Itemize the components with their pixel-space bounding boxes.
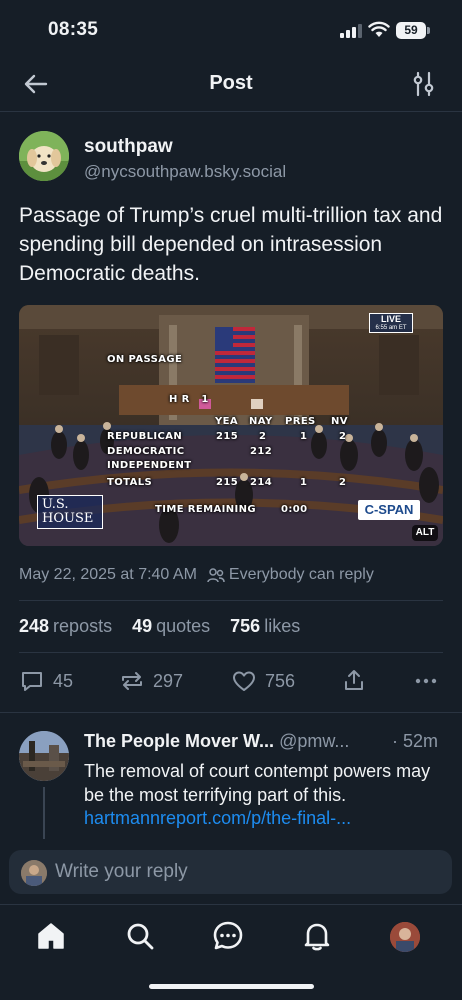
more-options-button[interactable] (413, 667, 447, 695)
reply-count: 45 (53, 670, 74, 691)
cspan-logo: C-SPAN (358, 500, 420, 520)
reply-icon (22, 672, 42, 691)
reposts-stat[interactable]: 248 reposts (19, 616, 112, 637)
quotes-label: quotes (156, 616, 211, 636)
home-icon[interactable] (34, 919, 68, 953)
repost-button[interactable]: 297 (119, 667, 183, 695)
likes-count: 756 (230, 616, 261, 636)
repost-count: 297 (153, 670, 184, 691)
row-label-republican: REPUBLICAN (107, 431, 183, 442)
totals-yea: 215 (216, 477, 239, 488)
chat-icon[interactable] (211, 919, 245, 953)
heart-icon (233, 671, 255, 691)
author-avatar[interactable] (19, 131, 69, 181)
more-dots-icon (415, 678, 437, 684)
divider (0, 712, 462, 713)
divider (19, 652, 443, 653)
live-time: 6:55 am ET (375, 325, 407, 331)
post-stats: 248 reposts 49 quotes 756 likes (19, 616, 300, 637)
live-label: LIVE (380, 314, 401, 324)
time-remaining-label: TIME REMAINING (155, 504, 257, 515)
republican-nay: 2 (259, 431, 267, 442)
col-nay: NAY (249, 416, 273, 427)
author-handle[interactable]: @nycsouthpaw.bsky.social (84, 162, 286, 182)
us-house-logo: U.S. HOUSE (37, 495, 103, 529)
row-label-democratic: DEMOCRATIC (107, 446, 185, 457)
battery-tip (427, 27, 430, 34)
post-actions: 45 297 756 (19, 667, 443, 695)
quotes-stat[interactable]: 49 quotes (132, 616, 210, 637)
bill-label: H R 1 (169, 394, 209, 405)
reposts-label: reposts (53, 616, 113, 636)
share-button[interactable] (341, 667, 375, 695)
like-button[interactable]: 756 (231, 667, 295, 695)
row-label-totals: TOTALS (107, 477, 153, 488)
reposts-count: 248 (19, 616, 50, 636)
alt-text-button[interactable]: ALT (412, 525, 438, 541)
divider (19, 600, 443, 601)
share-icon (345, 670, 363, 690)
people-icon (207, 568, 225, 583)
democratic-nay: 212 (250, 446, 273, 457)
nav-header: Post (0, 60, 462, 112)
likes-stat[interactable]: 756 likes (230, 616, 300, 637)
composer-avatar (21, 860, 47, 886)
col-yea: YEA (215, 416, 239, 427)
reply-author-handle[interactable]: @pmw... (279, 731, 349, 751)
row-label-independent: INDEPENDENT (107, 460, 192, 471)
reply-text: The removal of court contempt powers may… (84, 761, 431, 805)
battery-indicator: 59 (396, 22, 430, 39)
like-count: 756 (265, 670, 296, 691)
cellular-signal-icon (340, 24, 362, 38)
reply-author-avatar[interactable] (19, 731, 69, 781)
reply-input[interactable] (55, 850, 435, 894)
post-meta: May 22, 2025 at 7:40 AM Everybody can re… (19, 566, 374, 584)
profile-avatar[interactable] (390, 922, 420, 952)
republican-nv: 2 (339, 431, 347, 442)
reply-time: · 52m (392, 731, 439, 751)
bell-icon[interactable] (300, 919, 334, 953)
search-icon[interactable] (123, 919, 157, 953)
reply-button[interactable]: 45 (19, 667, 73, 695)
reply-link[interactable]: hartmannreport.com/p/the-final-... (84, 808, 351, 829)
reply-composer[interactable] (9, 850, 452, 894)
quotes-count: 49 (132, 616, 153, 636)
totals-pres: 1 (300, 477, 308, 488)
time-remaining-value: 0:00 (281, 504, 308, 515)
post-timestamp: May 22, 2025 at 7:40 AM (19, 566, 197, 583)
thread-line (43, 787, 45, 839)
sliders-icon[interactable] (410, 70, 438, 98)
status-time: 08:35 (48, 19, 99, 40)
reply-setting[interactable]: Everybody can reply (229, 566, 374, 584)
post-text: Passage of Trump’s cruel multi-trillion … (19, 204, 443, 285)
page-title: Post (209, 72, 253, 94)
col-pres: PRES (285, 416, 316, 427)
author-name[interactable]: southpaw (84, 136, 173, 158)
col-nv: NV (331, 416, 348, 427)
wifi-icon (368, 21, 390, 37)
repost-icon (122, 672, 142, 690)
totals-nay: 214 (250, 477, 273, 488)
live-badge: LIVE 6:55 am ET (369, 313, 413, 333)
home-indicator (149, 984, 314, 989)
reply-author-name[interactable]: The People Mover W... (84, 731, 274, 751)
totals-nv: 2 (339, 477, 347, 488)
battery-level: 59 (396, 22, 426, 39)
on-passage-label: ON PASSAGE (107, 354, 183, 365)
republican-pres: 1 (300, 431, 308, 442)
reply-header: The People Mover W... @pmw... (84, 731, 444, 752)
likes-label: likes (264, 616, 301, 636)
post-image[interactable]: LIVE 6:55 am ET ON PASSAGE H R 1 YEA NAY… (19, 305, 443, 546)
status-bar: 08:35 59 (0, 0, 462, 60)
republican-yea: 215 (216, 431, 239, 442)
